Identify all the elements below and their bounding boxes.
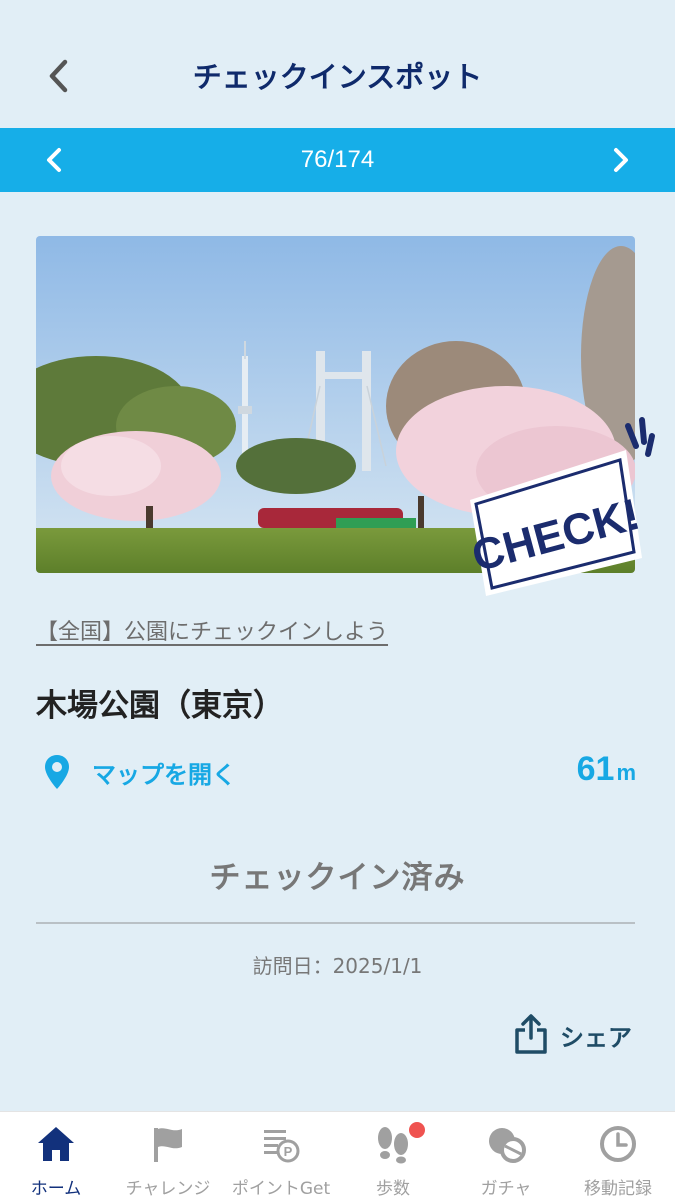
share-button[interactable]: シェア — [506, 1010, 646, 1062]
tab-label: ホーム — [30, 1179, 82, 1199]
notification-badge — [409, 1122, 425, 1138]
pager-count: 76/174 — [300, 146, 375, 173]
challenge-category-link[interactable]: 【全国】公園にチェックインしよう — [36, 614, 388, 646]
tab-label: ポイントGet — [231, 1179, 331, 1199]
check-stamp: CHECK! — [460, 408, 660, 608]
distance-unit: m — [616, 760, 636, 785]
svg-text:P: P — [284, 1144, 293, 1159]
gacha-icon — [489, 1128, 526, 1163]
page-title: チェックインスポット — [192, 60, 483, 94]
map-row: マップを開く 61m — [36, 750, 636, 794]
tab-gacha[interactable]: ガチャ — [450, 1112, 562, 1201]
tab-label: チャレンジ — [125, 1179, 211, 1199]
tab-label: 歩数 — [376, 1179, 410, 1199]
spot-pager: 76/174 — [0, 128, 675, 192]
tab-movement-log[interactable]: 移動記録 — [562, 1112, 674, 1201]
tab-points[interactable]: P ポイントGet — [225, 1112, 337, 1201]
distance-readout: 61m — [577, 750, 636, 789]
bottom-tab-bar: ホーム チャレンジ P ポイントGet 歩数 ガチャ 移動記録 — [0, 1111, 675, 1201]
spot-name: 木場公園（東京） — [36, 688, 284, 724]
tab-label: 移動記録 — [584, 1179, 652, 1199]
previous-spot-button[interactable] — [34, 140, 74, 180]
points-icon: P — [264, 1130, 300, 1163]
chevron-right-icon — [614, 148, 628, 172]
home-icon — [38, 1127, 74, 1161]
next-spot-button[interactable] — [601, 140, 641, 180]
map-pin-icon — [45, 755, 69, 789]
header: チェックインスポット — [0, 0, 675, 128]
share-label: シェア — [560, 1024, 632, 1052]
open-map-link[interactable]: マップを開く — [92, 755, 236, 790]
visit-date: 訪問日：2025/1/1 — [252, 954, 423, 978]
chevron-left-icon — [47, 148, 61, 172]
footprints-icon — [378, 1127, 408, 1164]
flag-icon — [154, 1128, 182, 1162]
tab-steps[interactable]: 歩数 — [337, 1112, 449, 1201]
tab-label: ガチャ — [480, 1179, 532, 1199]
tab-home[interactable]: ホーム — [0, 1112, 112, 1201]
divider — [36, 922, 635, 924]
distance-value: 61 — [576, 750, 615, 788]
clock-icon — [600, 1126, 636, 1162]
checkin-status: チェックイン済み — [209, 860, 466, 896]
tab-challenge[interactable]: チャレンジ — [112, 1112, 224, 1201]
share-icon — [515, 1014, 547, 1054]
